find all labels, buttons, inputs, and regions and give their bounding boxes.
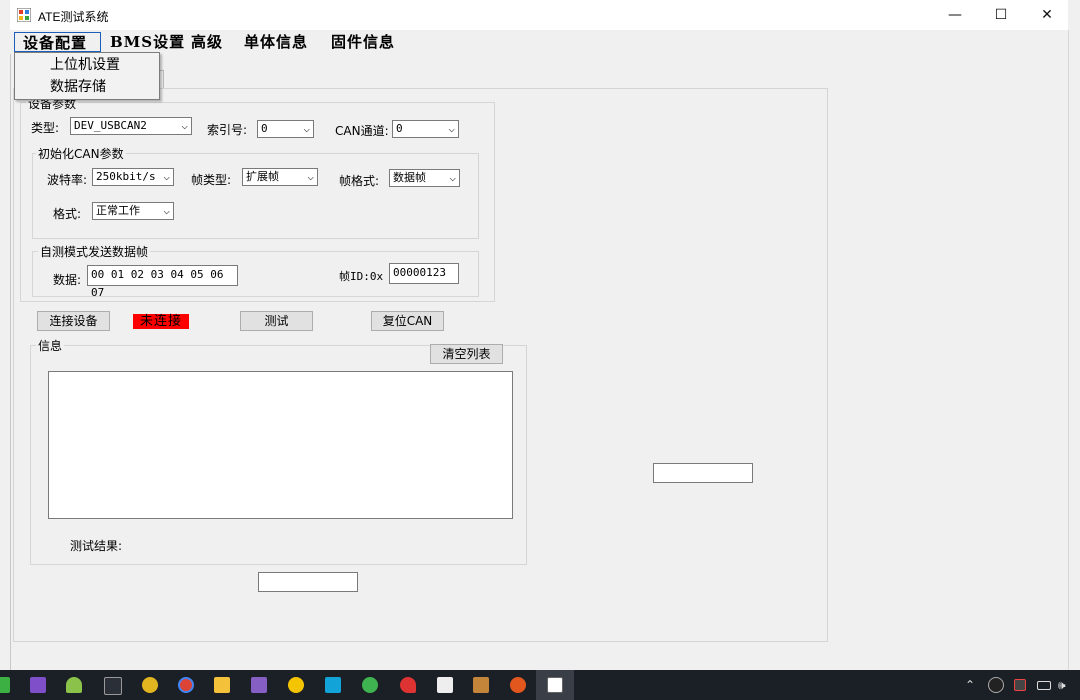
reset-can-button[interactable]: 复位CAN [371, 311, 444, 331]
init-can-group [32, 153, 479, 239]
mode-select[interactable]: 正常工作 ⌵ [92, 202, 174, 220]
self-test-label: 自测模式发送数据帧 [38, 243, 151, 260]
menu-cell-info[interactable]: 单体信息 [236, 32, 316, 52]
battery-icon[interactable] [1037, 681, 1051, 690]
app-yellow-icon[interactable] [142, 677, 158, 693]
android-icon[interactable] [66, 677, 82, 693]
app-rocket-icon[interactable] [510, 677, 526, 693]
app-icon [17, 8, 31, 22]
chrome-icon[interactable] [178, 677, 194, 693]
index-select[interactable]: 0 ⌵ [257, 120, 314, 138]
connection-status-badge: 未连接 [133, 314, 189, 329]
device-config-dropdown: 上位机设置 数据存储 [14, 52, 160, 100]
chevron-down-icon: ⌵ [163, 170, 170, 183]
baud-label: 波特率: [47, 173, 88, 187]
menu-bms-settings[interactable]: BMS设置 [102, 32, 193, 52]
frame-id-label: 帧ID:0x [339, 270, 384, 283]
background-window-edge [0, 0, 11, 670]
ate-app-taskbar-icon[interactable] [547, 677, 563, 693]
minimize-button[interactable]: — [932, 0, 978, 30]
frame-format-select[interactable]: 数据帧 ⌵ [389, 169, 460, 187]
frame-format-label: 帧格式: [339, 174, 380, 188]
info-list[interactable] [48, 371, 513, 519]
dropdown-item-host-settings[interactable]: 上位机设置 [50, 55, 120, 75]
title-bar: ATE测试系统 — ☐ ✕ [10, 0, 1068, 30]
chevron-down-icon: ⌵ [307, 170, 314, 183]
type-label: 类型: [31, 121, 60, 135]
frame-type-select-value: 扩展帧 [246, 170, 279, 183]
can-channel-select[interactable]: 0 ⌵ [392, 120, 459, 138]
volume-icon[interactable]: 🕪 [1058, 678, 1066, 693]
baud-select[interactable]: 250kbit/s ⌵ [92, 168, 174, 186]
app-orange-icon[interactable] [288, 677, 304, 693]
app-green-icon[interactable] [362, 677, 378, 693]
close-button[interactable]: ✕ [1024, 0, 1070, 30]
chevron-down-icon: ⌵ [303, 122, 310, 135]
chevron-up-icon[interactable]: ⌃ [965, 678, 975, 692]
network-tray-icon[interactable] [1014, 679, 1026, 691]
init-can-label: 初始化CAN参数 [36, 145, 126, 162]
mode-select-value: 正常工作 [96, 204, 140, 217]
right-empty-field[interactable] [653, 463, 753, 483]
index-label: 索引号: [207, 123, 248, 137]
mode-label: 格式: [53, 207, 82, 221]
bottom-empty-field[interactable] [258, 572, 358, 592]
can-channel-select-value: 0 [396, 122, 403, 135]
clear-list-button[interactable]: 清空列表 [430, 344, 503, 364]
visual-studio-2-icon[interactable] [251, 677, 267, 693]
frame-id-input[interactable]: 00000123 [389, 263, 459, 284]
menu-advanced[interactable]: 高级 [183, 32, 231, 52]
taskbar-app-icon[interactable] [0, 677, 10, 693]
qq-tray-icon[interactable] [988, 677, 1004, 693]
index-select-value: 0 [261, 122, 268, 135]
type-select[interactable]: DEV_USBCAN2 ⌵ [70, 117, 192, 135]
menu-bar: 设备配置 BMS设置 高级 单体信息 固件信息 [10, 30, 1068, 54]
video-clapper-icon[interactable] [437, 677, 453, 693]
taskbar: ⌃ 🕪 [0, 670, 1080, 700]
webstorm-icon[interactable] [325, 677, 341, 693]
file-explorer-icon[interactable] [214, 677, 230, 693]
test-button[interactable]: 测试 [240, 311, 313, 331]
frame-type-label: 帧类型: [191, 173, 232, 187]
chevron-down-icon: ⌵ [449, 171, 456, 184]
dropdown-item-data-storage[interactable]: 数据存储 [50, 77, 106, 97]
chevron-down-icon: ⌵ [448, 122, 455, 135]
menu-device-config[interactable]: 设备配置 [14, 32, 101, 52]
data-label: 数据: [53, 273, 82, 287]
chevron-down-icon: ⌵ [181, 119, 188, 132]
connect-device-button[interactable]: 连接设备 [37, 311, 110, 331]
visual-studio-icon[interactable] [30, 677, 46, 693]
background-window-edge-right [1068, 30, 1080, 670]
menu-firmware-info[interactable]: 固件信息 [323, 32, 403, 52]
app-red-icon[interactable] [400, 677, 416, 693]
info-label: 信息 [36, 337, 65, 354]
test-result-label: 测试结果: [70, 539, 123, 553]
baud-select-value: 250kbit/s [96, 170, 156, 183]
phpstorm-icon[interactable] [104, 677, 122, 695]
can-channel-label: CAN通道: [335, 124, 389, 138]
type-select-value: DEV_USBCAN2 [74, 119, 147, 132]
chevron-down-icon: ⌵ [163, 204, 170, 217]
window-title: ATE测试系统 [38, 10, 109, 24]
frame-format-select-value: 数据帧 [393, 171, 426, 184]
maximize-button[interactable]: ☐ [978, 0, 1024, 30]
data-input[interactable]: 00 01 02 03 04 05 06 07 [87, 265, 238, 299]
archive-icon[interactable] [473, 677, 489, 693]
frame-type-select[interactable]: 扩展帧 ⌵ [242, 168, 318, 186]
